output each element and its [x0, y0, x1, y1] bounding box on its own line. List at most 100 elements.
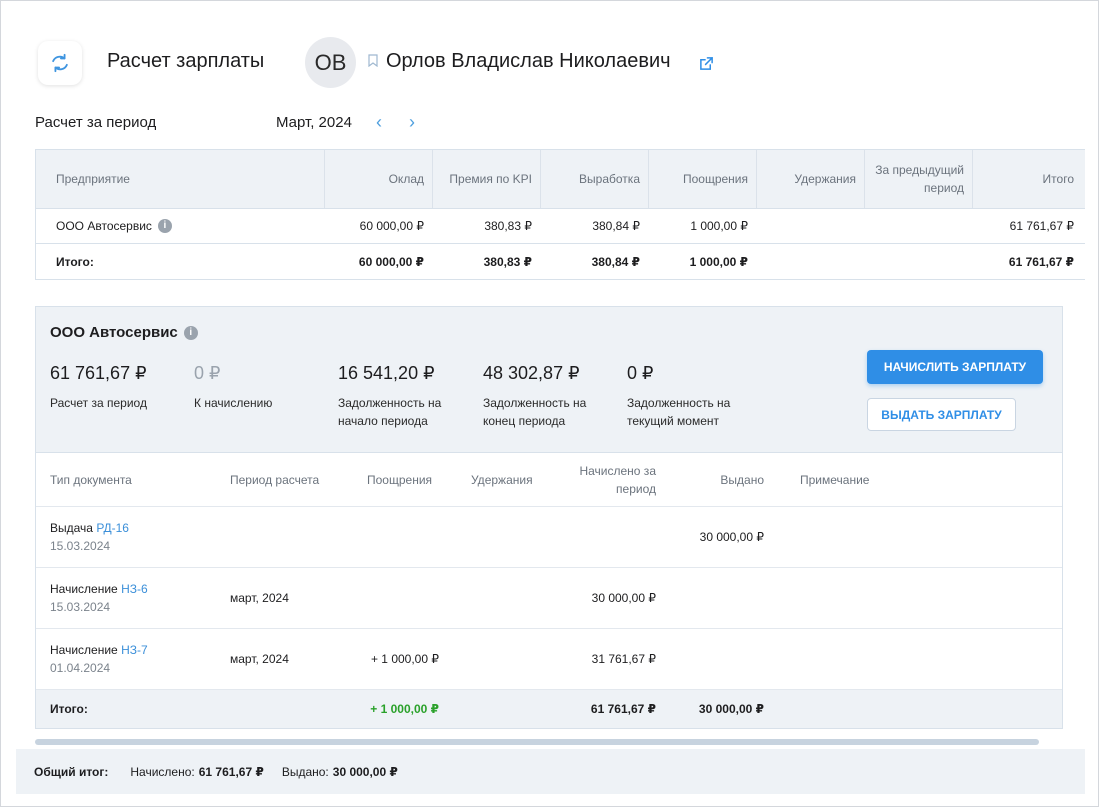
stat-debt-end: 48 302,87 ₽ Задолженность на конец перио…	[483, 363, 603, 430]
chevron-right-icon[interactable]: ›	[409, 113, 415, 131]
col-doc-paid[interactable]: Выдано	[662, 453, 770, 506]
doc-deductions	[447, 568, 557, 628]
company-panel: ООО Автосервис i 61 761,67 ₽ Расчет за п…	[35, 306, 1063, 729]
cell-output: 380,84 ₽	[592, 219, 640, 233]
doc-type-cell: Начисление НЗ-7 01.04.2024	[36, 629, 216, 689]
chevron-left-icon[interactable]: ‹	[376, 113, 382, 131]
stat-value: 0 ₽	[194, 363, 221, 383]
doc-deductions	[447, 629, 557, 689]
total-label: Итого:	[56, 254, 94, 269]
doc-accrued	[557, 507, 662, 567]
summary-table-header: Предприятие Оклад Премия по KPI Выработк…	[36, 150, 1085, 209]
col-previous[interactable]: За предыдущий период	[864, 150, 972, 208]
doc-paid	[662, 629, 770, 689]
total-deductions	[756, 244, 864, 279]
doc-period: март, 2024	[230, 591, 289, 605]
col-doc-bonus[interactable]: Поощрения	[337, 453, 447, 506]
doc-total-period	[216, 690, 337, 728]
page-title: Расчет зарплаты	[107, 50, 265, 72]
documents-header: Тип документа Период расчета Поощрения У…	[36, 453, 1062, 507]
stat-value: 0 ₽	[627, 363, 654, 383]
col-doc-note[interactable]: Примечание	[770, 453, 920, 506]
doc-type: Начисление	[50, 582, 118, 596]
doc-period: март, 2024	[230, 652, 289, 666]
pay-salary-button[interactable]: ВЫДАТЬ ЗАРПЛАТУ	[867, 398, 1016, 431]
external-link-icon[interactable]	[699, 56, 714, 76]
stat-debt-current: 0 ₽ Задолженность на текущий момент	[627, 363, 747, 430]
row-company: ООО Автосервис i	[36, 209, 324, 243]
doc-bonus: + 1 000,00 ₽	[370, 652, 439, 666]
period-value: Март, 2024	[276, 114, 352, 131]
bookmark-icon[interactable]	[368, 54, 378, 72]
cell-kpi: 380,83 ₽	[484, 219, 532, 233]
doc-deductions	[447, 507, 557, 567]
doc-accrued: 31 761,67 ₽	[591, 652, 656, 666]
table-row[interactable]: Начисление НЗ-7 01.04.2024 март, 2024 + …	[36, 629, 1062, 690]
horizontal-scrollbar[interactable]	[35, 739, 1039, 745]
total-bonus: 1 000,00 ₽	[689, 254, 748, 269]
cell-bonus: 1 000,00 ₽	[690, 219, 748, 233]
avatar: ОВ	[305, 37, 356, 88]
col-doc-type[interactable]: Тип документа	[36, 453, 216, 506]
info-icon[interactable]: i	[157, 219, 172, 233]
company-title-text: ООО Автосервис	[50, 324, 178, 341]
doc-bonus	[337, 568, 447, 628]
company-summary: ООО Автосервис i 61 761,67 ₽ Расчет за п…	[36, 307, 1062, 453]
stat-period: 61 761,67 ₽ Расчет за период	[50, 363, 147, 412]
cell-deductions	[756, 209, 864, 243]
company-title: ООО Автосервис i	[50, 324, 198, 341]
stat-label: Расчет за период	[50, 396, 147, 410]
col-company[interactable]: Предприятие	[36, 150, 324, 208]
total-total: 61 761,67 ₽	[1008, 254, 1074, 269]
doc-link[interactable]: РД-16	[96, 521, 129, 535]
grand-accrued-label: Начислено:	[130, 764, 195, 779]
doc-total-bonus: + 1 000,00 ₽	[370, 702, 439, 716]
col-doc-period[interactable]: Период расчета	[216, 453, 337, 506]
accrue-salary-button[interactable]: НАЧИСЛИТЬ ЗАРПЛАТУ	[867, 350, 1043, 384]
stat-label: Задолженность на конец периода	[483, 396, 587, 428]
doc-type-cell: Начисление НЗ-6 15.03.2024	[36, 568, 216, 628]
documents-total-row: Итого: + 1 000,00 ₽ 61 761,67 ₽ 30 000,0…	[36, 690, 1062, 728]
doc-bonus	[337, 507, 447, 567]
cell-salary: 60 000,00 ₽	[359, 219, 424, 233]
doc-link[interactable]: НЗ-6	[121, 582, 148, 596]
doc-link[interactable]: НЗ-7	[121, 643, 148, 657]
col-total[interactable]: Итого	[972, 150, 1084, 208]
salary-page: Расчет зарплаты ОВ Орлов Владислав Никол…	[0, 0, 1099, 807]
stat-debt-start: 16 541,20 ₽ Задолженность на начало пери…	[338, 363, 458, 430]
info-icon[interactable]: i	[183, 325, 198, 340]
summary-table: Предприятие Оклад Премия по KPI Выработк…	[35, 149, 1085, 280]
cell-previous	[864, 209, 972, 243]
cell-total: 61 761,67 ₽	[1009, 219, 1074, 233]
total-kpi: 380,83 ₽	[483, 254, 532, 269]
col-output[interactable]: Выработка	[540, 150, 648, 208]
col-salary[interactable]: Оклад	[324, 150, 432, 208]
doc-accrued: 30 000,00 ₽	[591, 591, 656, 605]
grand-accrued-value: 61 761,67 ₽	[198, 764, 264, 779]
total-previous	[864, 244, 972, 279]
refresh-icon[interactable]	[38, 41, 82, 85]
grand-paid-label: Выдано:	[281, 764, 329, 779]
total-salary: 60 000,00 ₽	[358, 254, 424, 269]
col-doc-accrued[interactable]: Начислено за период	[557, 453, 662, 506]
table-row[interactable]: ООО Автосервис i 60 000,00 ₽ 380,83 ₽ 38…	[36, 209, 1085, 244]
doc-type: Выдача	[50, 521, 93, 535]
table-row[interactable]: Начисление НЗ-6 15.03.2024 март, 2024 30…	[36, 568, 1062, 629]
col-kpi[interactable]: Премия по KPI	[432, 150, 540, 208]
stat-value: 61 761,67 ₽	[50, 363, 147, 383]
doc-note	[770, 568, 920, 628]
doc-total-paid: 30 000,00 ₽	[698, 702, 764, 716]
stat-value: 48 302,87 ₽	[483, 363, 580, 383]
table-row[interactable]: Выдача РД-16 15.03.2024 30 000,00 ₽	[36, 507, 1062, 568]
stat-label: Задолженность на текущий момент	[627, 396, 731, 428]
company-name: ООО Автосервис	[56, 219, 152, 233]
stat-value: 16 541,20 ₽	[338, 363, 435, 383]
col-doc-deductions[interactable]: Удержания	[447, 453, 557, 506]
doc-date: 15.03.2024	[50, 539, 111, 553]
total-row: Итого: 60 000,00 ₽ 380,83 ₽ 380,84 ₽ 1 0…	[36, 244, 1085, 279]
col-bonus[interactable]: Поощрения	[648, 150, 756, 208]
grand-total-bar: Общий итог: Начислено: 61 761,67 ₽ Выдан…	[16, 749, 1085, 794]
doc-type: Начисление	[50, 643, 118, 657]
doc-date: 01.04.2024	[50, 661, 111, 675]
col-deductions[interactable]: Удержания	[756, 150, 864, 208]
